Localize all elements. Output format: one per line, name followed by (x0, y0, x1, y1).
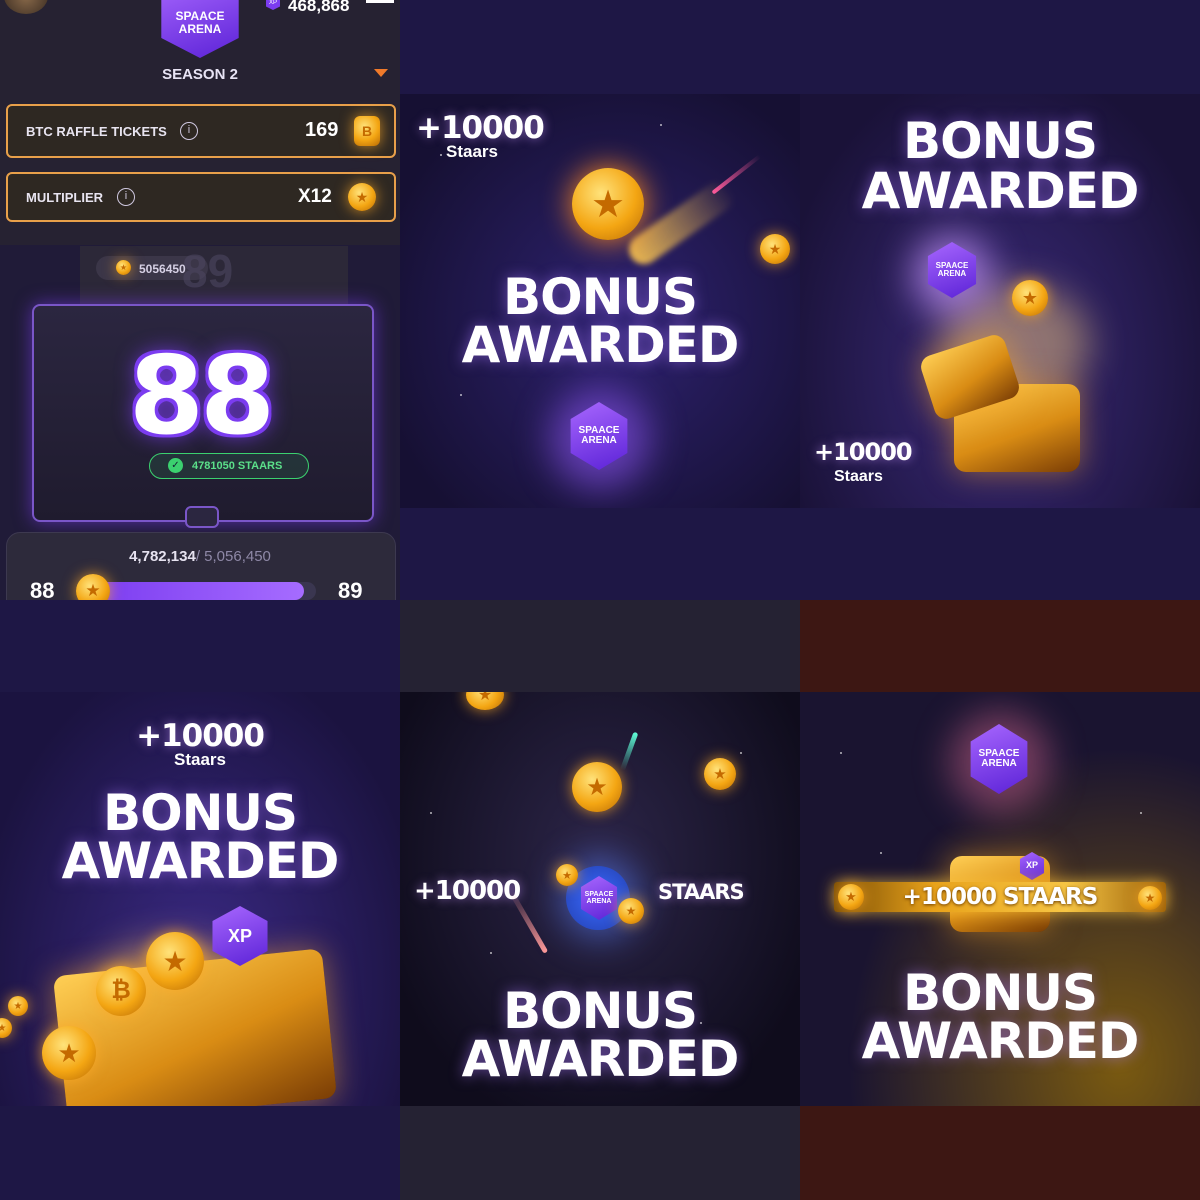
bonus-line1: BONUS (502, 268, 698, 326)
bonus-unit: STAARS (658, 880, 745, 904)
earned-staars-text: 4781050 STAARS (192, 460, 283, 472)
progress-bar-fill (90, 582, 304, 600)
star-coin-icon: ★ (466, 692, 504, 710)
btc-raffle-value: 169 (305, 119, 339, 141)
tile-meteor: ★ ★ +10000 Staars BONUS AWARDED SPAACE A… (400, 94, 800, 508)
tile-xp-chest: +10000 Staars BONUS AWARDED XP ★ ₿ ★ ★ ★ (0, 692, 400, 1106)
bonus-line1: BONUS (902, 112, 1098, 170)
xp-badge-text: XP (227, 925, 252, 946)
star-coin-icon: ★ (838, 884, 864, 910)
star (440, 154, 442, 156)
meteor-trail-small (711, 154, 762, 195)
bonus-amount: +10000 (814, 438, 913, 466)
star-coin-icon: ★ (618, 898, 644, 924)
bonus-line1: BONUS (502, 982, 698, 1040)
star-coin-icon: ★ (704, 758, 736, 790)
star (660, 124, 662, 126)
star-coin-icon: ★ (348, 183, 376, 211)
star (1140, 812, 1142, 814)
badge-text: SPAACE ARENA (935, 260, 969, 278)
star-coin-icon: ★ (572, 762, 622, 812)
tile-chest: BONUS AWARDED SPAACE ARENA ★ +10000 Staa… (800, 94, 1200, 508)
star-coin-icon: ★ (146, 932, 204, 990)
bonus-line2: AWARDED (461, 1030, 740, 1088)
star-coin-icon: ★ (8, 996, 28, 1016)
badge-text: SPAACE ARENA (584, 890, 614, 905)
multiplier-value: X12 (298, 186, 332, 207)
info-icon[interactable]: i (117, 188, 135, 206)
bonus-unit: Staars (834, 468, 883, 485)
banner-text: +10000 STAARS (902, 884, 1099, 910)
progress-bar-track (90, 582, 316, 600)
multiplier-label: MULTIPLIER (26, 190, 104, 205)
level-number: 88 (128, 334, 275, 459)
bonus-line2: AWARDED (861, 1012, 1140, 1070)
level-left: 88 (30, 578, 55, 600)
star-coin-icon: ★ (556, 864, 578, 886)
progress-text: 4,782,134/ 5,056,450 (0, 548, 400, 565)
star (490, 952, 492, 954)
next-level-ghost: 89 (182, 245, 234, 297)
logo-text: SPAACE ARENA (175, 9, 225, 36)
bitcoin-coin-icon: ₿ (96, 966, 146, 1016)
bonus-line1: BONUS (902, 964, 1098, 1022)
btc-raffle-label: BTC RAFFLE TICKETS (26, 124, 167, 139)
bonus-card-xp-chest: +10000 Staars BONUS AWARDED XP ★ ₿ ★ ★ ★ (0, 600, 400, 1200)
arena-panel: SPAACE ARENA XP 468,868 SEASON 2 BTC RAF… (0, 0, 400, 600)
bonus-card-chest: BONUS AWARDED SPAACE ARENA ★ +10000 Staa… (800, 0, 1200, 600)
star-coin-icon: ★ (42, 1026, 96, 1080)
bonus-unit: Staars (174, 750, 226, 769)
meteor-trail (508, 890, 549, 954)
check-icon: ✓ (168, 458, 183, 473)
season-label: SEASON 2 (162, 66, 238, 83)
badge-text: SPAACE ARENA (578, 424, 620, 446)
star (740, 752, 742, 754)
bonus-card-coins: ★ ★ ★ +10000 SPAACE ARENA ★ ★ STAARS BON… (400, 600, 800, 1200)
season-dropdown-icon[interactable] (374, 69, 388, 77)
bonus-card-banner: SPAACE ARENA XP ★ +10000 STAARS ★ BONUS … (800, 600, 1200, 1200)
bonus-unit: Staars (446, 142, 498, 161)
tile-banner: SPAACE ARENA XP ★ +10000 STAARS ★ BONUS … (800, 692, 1200, 1106)
bonus-line2: AWARDED (861, 162, 1140, 220)
star-coin-icon: ★ (76, 574, 110, 600)
xp-value: 468,868 (288, 0, 350, 15)
star-coin-icon: ★ (116, 260, 131, 275)
bonus-line1: BONUS (102, 784, 298, 842)
star (430, 812, 432, 814)
star (840, 752, 842, 754)
bitcoin-ticket-icon: B (354, 116, 380, 146)
menu-icon[interactable] (366, 0, 394, 3)
meteor-trail (619, 731, 639, 771)
badge-text: SPAACE ARENA (978, 747, 1020, 769)
star-coin-icon: ★ (760, 234, 790, 264)
xp-badge-text: XP (1025, 860, 1038, 871)
bonus-card-meteor: ★ ★ +10000 Staars BONUS AWARDED SPAACE A… (400, 0, 800, 600)
bonus-line2: AWARDED (61, 832, 340, 890)
bonus-amount: +10000 (136, 718, 265, 754)
tile-coins: ★ ★ ★ +10000 SPAACE ARENA ★ ★ STAARS BON… (400, 692, 800, 1106)
star (880, 852, 882, 854)
progress-current: 4,782,134 (129, 548, 196, 565)
star-coin-icon: ★ (1012, 280, 1048, 316)
level-card-notch (185, 506, 219, 528)
star-coin-icon: ★ (0, 1018, 12, 1038)
bonus-amount: +10000 (414, 876, 521, 906)
star (460, 394, 462, 396)
star-coin-icon: ★ (1138, 886, 1162, 910)
meteor-coin-icon: ★ (572, 168, 644, 240)
progress-total: / 5,056,450 (195, 548, 271, 565)
bonus-line2: AWARDED (461, 316, 740, 374)
staars-pill-value: 5056450 (139, 262, 186, 276)
bonus-amount: +10000 (416, 110, 545, 146)
info-icon[interactable]: i (180, 122, 198, 140)
level-right: 89 (338, 578, 363, 600)
